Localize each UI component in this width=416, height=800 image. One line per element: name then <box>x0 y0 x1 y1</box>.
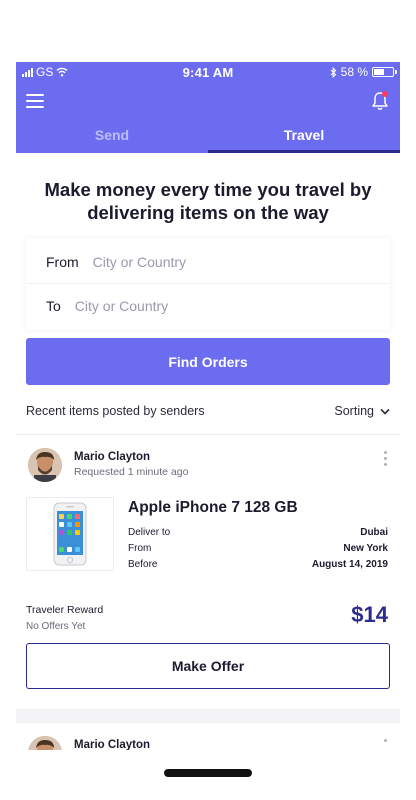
find-orders-button[interactable]: Find Orders <box>26 338 390 385</box>
more-options-icon[interactable] <box>384 451 388 466</box>
recent-items-header: Recent items posted by senders Sorting <box>26 402 390 422</box>
page-headline: Make money every time you travel by deli… <box>44 179 372 223</box>
battery-fill <box>374 69 384 75</box>
make-offer-button[interactable]: Make Offer <box>26 643 390 689</box>
to-input[interactable] <box>74 298 305 314</box>
tab-travel[interactable]: Travel <box>208 120 400 153</box>
from-row-label: From <box>128 543 152 554</box>
app-screen: GS 9:41 AM 58 % Send Travel Make money e… <box>16 62 400 800</box>
before-value: August 14, 2019 <box>311 559 388 570</box>
app-header: GS 9:41 AM 58 % Send Travel <box>16 62 400 153</box>
chevron-down-icon <box>380 408 390 415</box>
avatar[interactable] <box>28 448 62 482</box>
active-tab-indicator <box>208 150 400 153</box>
from-field[interactable]: From <box>26 240 390 284</box>
mode-tabs: Send Travel <box>16 120 400 153</box>
product-image[interactable] <box>26 497 114 571</box>
bluetooth-icon <box>330 66 336 78</box>
divider <box>16 434 400 435</box>
card-separator <box>16 709 400 723</box>
top-bar <box>16 90 400 112</box>
battery-icon <box>372 67 397 77</box>
more-options-icon[interactable] <box>384 739 388 742</box>
recent-items-title: Recent items posted by senders <box>26 404 205 418</box>
reward-amount: $14 <box>351 602 388 627</box>
status-right: 58 % <box>330 65 397 79</box>
product-title[interactable]: Apple iPhone 7 128 GB <box>128 499 298 517</box>
request-time: Requested 1 minute ago <box>74 466 189 478</box>
battery-percent: 58 % <box>340 65 368 79</box>
from-input[interactable] <box>92 253 323 270</box>
traveler-reward-label: Traveler Reward <box>26 604 104 616</box>
status-bar: GS 9:41 AM 58 % <box>16 62 400 82</box>
before-label: Before <box>128 559 158 570</box>
hamburger-menu-icon[interactable] <box>26 94 44 108</box>
sender-name: Mario Clayton <box>74 451 151 463</box>
from-row-value: New York <box>343 543 388 554</box>
to-field[interactable]: To <box>26 284 390 328</box>
from-label: From <box>46 253 79 270</box>
notification-bell-icon[interactable] <box>370 90 390 112</box>
phone-image-icon <box>53 502 87 566</box>
sorting-label: Sorting <box>334 404 374 418</box>
deliver-to-value: Dubai <box>360 527 388 538</box>
to-label: To <box>46 298 61 314</box>
home-indicator[interactable] <box>164 769 252 777</box>
offers-status: No Offers Yet <box>26 621 86 632</box>
sorting-dropdown[interactable]: Sorting <box>334 404 390 418</box>
deliver-to-label: Deliver to <box>128 527 171 538</box>
tab-send[interactable]: Send <box>16 120 208 153</box>
